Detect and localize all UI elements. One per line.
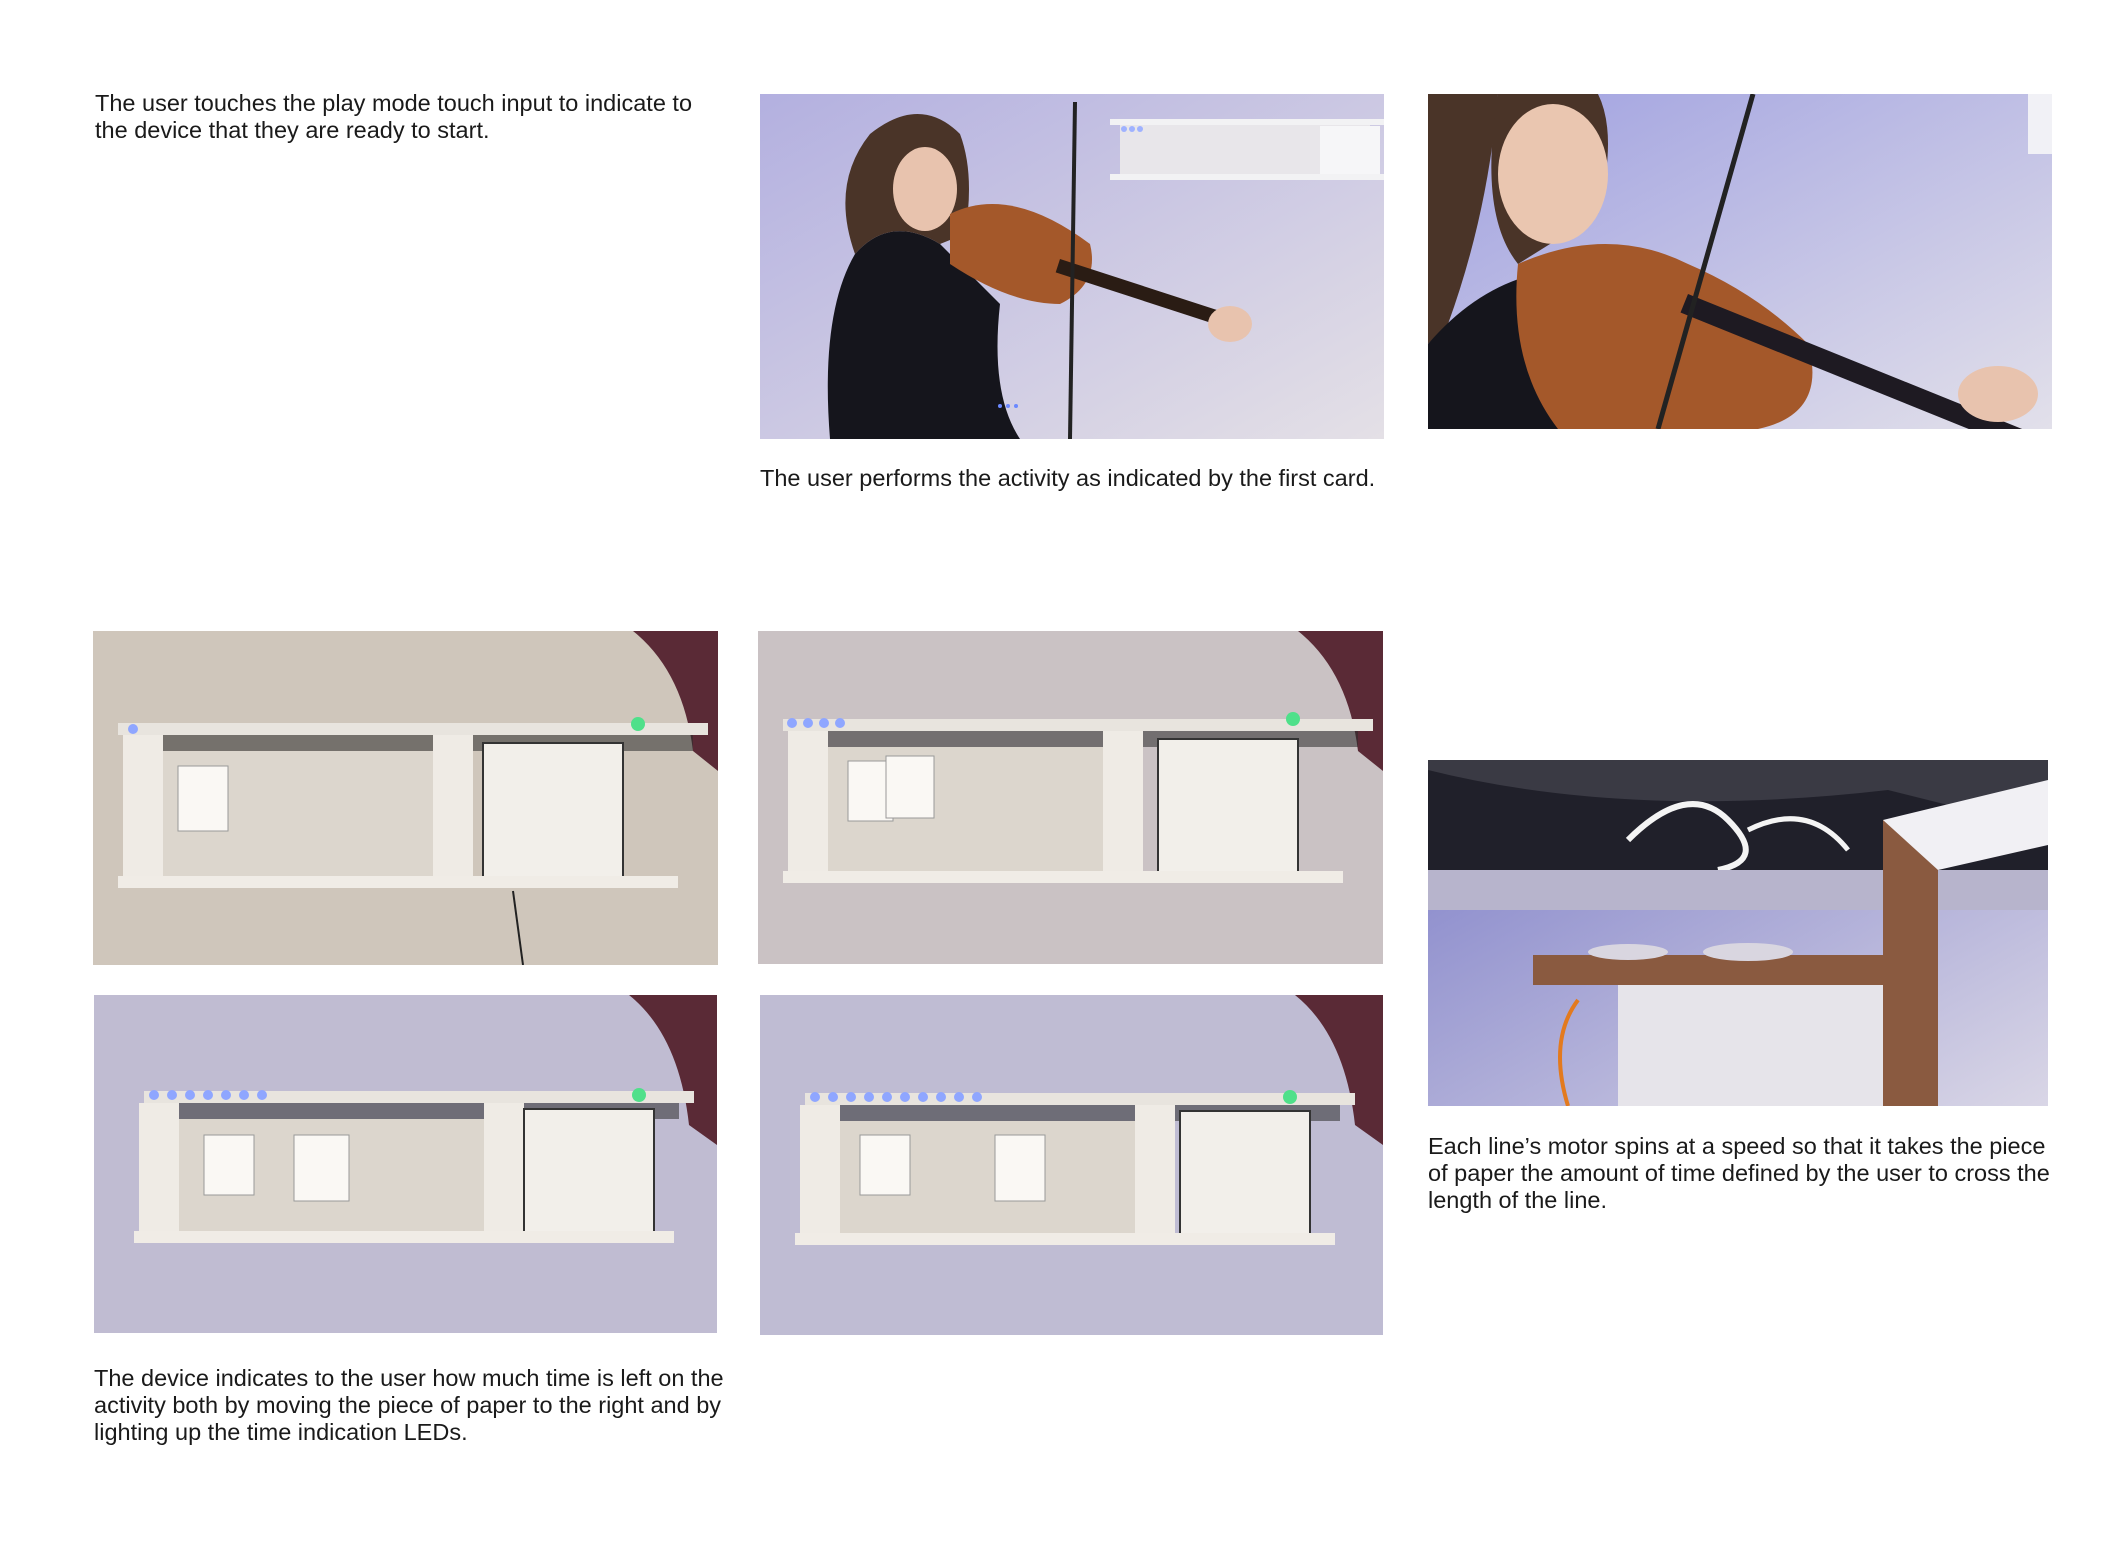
shelf-photo-10-leds: [760, 995, 1383, 1335]
caption-play-mode: The user touches the play mode touch inp…: [95, 90, 693, 143]
caption-time-left: The device indicates to the user how muc…: [94, 1365, 724, 1445]
caption-performs-activity: The user performs the activity as indica…: [760, 465, 1376, 491]
motor-underside-photo: [1428, 760, 2048, 1106]
caption-motor-speed: Each line’s motor spins at a speed so th…: [1428, 1133, 2050, 1213]
violinist-wide-photo: [760, 94, 1384, 439]
shelf-photo-4-leds: [758, 631, 1383, 964]
violinist-close-photo: [1428, 94, 2052, 429]
shelf-photo-7-leds: [94, 995, 717, 1333]
shelf-photo-1-led: [93, 631, 718, 965]
